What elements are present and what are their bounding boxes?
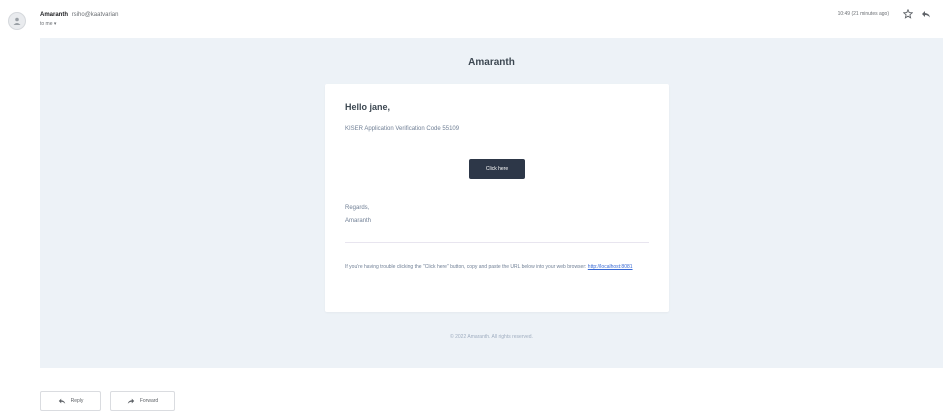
forward-button[interactable]: Forward bbox=[110, 391, 175, 411]
email-content-card: Hello jane, KISER Application Verificati… bbox=[325, 84, 669, 312]
forward-label: Forward bbox=[139, 398, 159, 404]
email-body: Amaranth Hello jane, KISER Application V… bbox=[40, 38, 943, 368]
message-actions: Reply Forward bbox=[40, 391, 175, 411]
sender-avatar bbox=[8, 12, 26, 30]
sender-line: Amaranth rsiho@kaatvarian bbox=[40, 11, 118, 19]
email-subcopy: If you're having trouble clicking the "C… bbox=[345, 262, 647, 272]
reply-icon[interactable] bbox=[921, 9, 931, 19]
email-brand-header[interactable]: Amaranth bbox=[40, 57, 943, 68]
subcopy-link[interactable]: http://localhost:8081 bbox=[588, 264, 633, 270]
star-icon[interactable] bbox=[903, 9, 913, 19]
regards-text: Regards, bbox=[345, 205, 370, 211]
email-regards: Regards, Amaranth bbox=[345, 202, 371, 228]
sender-name: Amaranth bbox=[40, 12, 69, 18]
message-meta: 10:49 (21 minutes ago) bbox=[838, 9, 931, 19]
email-greeting: Hello jane, bbox=[345, 102, 391, 112]
email-footer: © 2022 Amaranth. All rights reserved. bbox=[450, 334, 533, 340]
reply-icon bbox=[58, 398, 65, 404]
recipient-toggle[interactable]: to me ▾ bbox=[40, 21, 56, 27]
subcopy-text: If you're having trouble clicking the "C… bbox=[345, 264, 587, 270]
signature-text: Amaranth bbox=[345, 218, 372, 224]
message-time: 10:49 (21 minutes ago) bbox=[837, 11, 889, 17]
reply-button[interactable]: Reply bbox=[40, 391, 101, 411]
verification-code-text: KISER Application Verification Code 5510… bbox=[345, 126, 460, 132]
forward-icon bbox=[127, 398, 135, 404]
email-divider bbox=[345, 242, 649, 243]
person-icon bbox=[13, 17, 21, 25]
click-here-button[interactable]: Click here bbox=[469, 159, 525, 179]
sender-email: rsiho@kaatvarian bbox=[71, 12, 119, 18]
reply-label: Reply bbox=[70, 398, 84, 404]
